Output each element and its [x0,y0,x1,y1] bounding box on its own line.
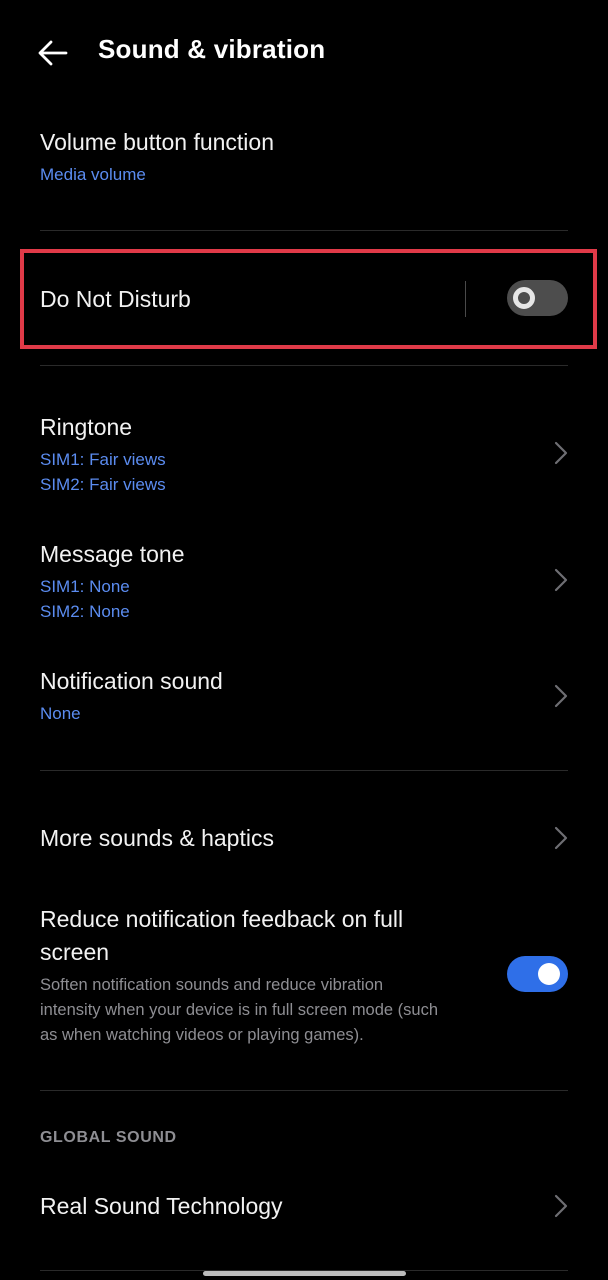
real-sound-technology-title: Real Sound Technology [40,1193,283,1219]
volume-button-function-title: Volume button function [40,129,274,155]
notification-sound-value: None [40,704,81,723]
chevron-right-icon [554,1194,568,1218]
divider [40,1090,568,1091]
do-not-disturb-toggle[interactable] [507,280,568,316]
volume-button-function-value: Media volume [40,165,146,184]
page-title: Sound & vibration [98,34,326,64]
home-indicator[interactable] [203,1271,406,1276]
chevron-right-icon [554,441,568,465]
section-label-global-sound: GLOBAL SOUND [40,1129,177,1146]
message-tone-sim2: SIM2: None [40,602,130,621]
divider [40,230,568,231]
divider [40,770,568,771]
chevron-right-icon [554,568,568,592]
reduce-feedback-desc-line1: Soften notification sounds and reduce vi… [40,976,384,994]
chevron-right-icon [554,684,568,708]
notification-sound-title: Notification sound [40,668,223,694]
toggle-knob [513,287,535,309]
ringtone-sim1: SIM1: Fair views [40,450,166,469]
divider [40,365,568,366]
chevron-right-icon [554,826,568,850]
message-tone-title: Message tone [40,541,185,567]
ringtone-sim2: SIM2: Fair views [40,475,166,494]
vertical-separator [465,281,466,317]
reduce-feedback-desc-line2: intensity when your device is in full sc… [40,1001,439,1019]
toggle-knob [538,963,560,985]
reduce-feedback-title-line2: screen [40,939,110,965]
more-sounds-haptics-title: More sounds & haptics [40,825,274,851]
ringtone-title: Ringtone [40,414,133,440]
do-not-disturb-title[interactable]: Do Not Disturb [40,286,191,313]
message-tone-sim1: SIM1: None [40,577,130,596]
reduce-feedback-desc-line3: as when watching videos or playing games… [40,1026,364,1044]
reduce-feedback-title-line1: Reduce notification feedback on full [40,906,404,932]
back-arrow-icon[interactable] [36,36,70,70]
reduce-feedback-toggle[interactable] [507,956,568,992]
